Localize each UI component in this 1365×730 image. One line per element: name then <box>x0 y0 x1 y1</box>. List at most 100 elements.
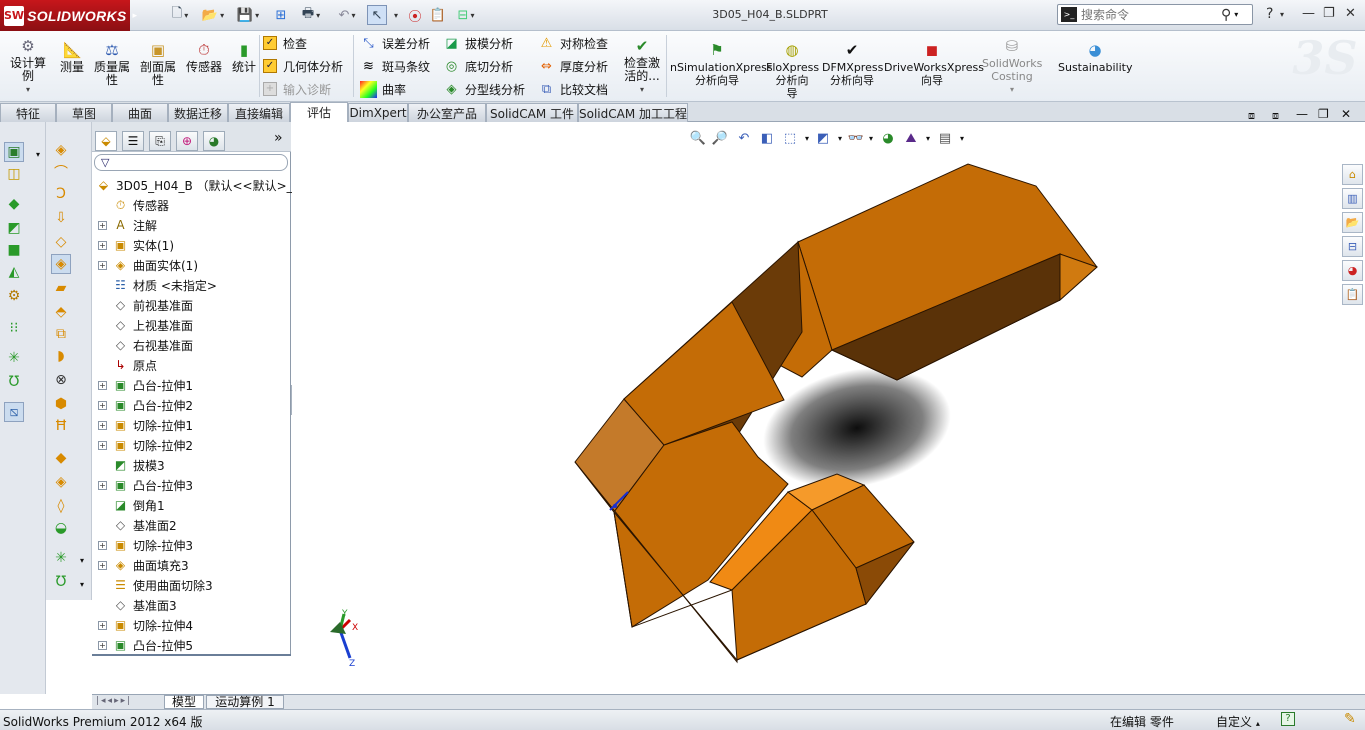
expand-icon[interactable]: + <box>98 240 107 250</box>
delete-face-icon[interactable]: ⊗ <box>51 370 71 390</box>
edit-appearance-icon[interactable]: ◕ <box>878 128 898 148</box>
split-vertical-icon[interactable]: ⧈ <box>1272 109 1279 123</box>
weldments-icon[interactable]: ⚙ <box>4 286 24 306</box>
zoom-to-fit-icon[interactable]: 🔍 <box>688 128 708 148</box>
sheet-metal-icon[interactable]: ◩ <box>4 218 24 238</box>
floxpress-button[interactable]: ◍ FloXpress 分析向 导 <box>766 41 819 100</box>
revolve-icon[interactable]: ⌒ <box>51 162 71 182</box>
restore-document-button[interactable]: ❐ <box>1318 107 1329 121</box>
section-view-icon[interactable]: ◧ <box>757 128 777 148</box>
expand-icon[interactable]: + <box>98 480 107 490</box>
tree-node[interactable]: + ▣ 凸台-拉伸5 <box>92 635 193 655</box>
reference-point-icon[interactable]: ✳ <box>51 548 71 568</box>
costing-button[interactable]: ⛁ SolidWorks Costing ▾ <box>982 37 1042 96</box>
mold-tools-icon[interactable]: ◭ <box>4 262 24 282</box>
extend-surface-icon[interactable]: ◗ <box>51 346 71 366</box>
tree-node[interactable]: + ◈ 曲面填充3 <box>92 555 189 575</box>
symmetry-check-button[interactable]: ⚠ 对称检查 <box>538 33 608 53</box>
tree-node[interactable]: + ▣ 切除-拉伸2 <box>92 435 193 455</box>
tab-7[interactable]: 办公室产品 <box>408 103 486 122</box>
tree-node[interactable]: ◇ 上视基准面 <box>92 315 193 335</box>
thicken-icon[interactable]: ◆ <box>51 448 71 468</box>
statistics-button[interactable]: ▮ 统计 <box>229 41 259 74</box>
deviation-analysis-button[interactable]: ⤡ 误差分析 <box>360 33 430 53</box>
section-properties-button[interactable]: ▣ 剖面属 性 <box>137 41 179 87</box>
tree-filter[interactable]: ▽ <box>94 154 288 171</box>
design-library-icon[interactable]: ▥ <box>1342 188 1363 209</box>
search-input[interactable] <box>1081 7 1221 22</box>
minimize-document-button[interactable]: — <box>1296 107 1308 121</box>
undercut-analysis-button[interactable]: ◎ 底切分析 <box>443 56 513 76</box>
part-icon[interactable]: ■ <box>4 240 24 260</box>
displaymanager-tab-icon[interactable]: ◕ <box>203 131 225 151</box>
knit-surface-icon[interactable]: Ħ <box>51 416 71 436</box>
expand-icon[interactable]: + <box>98 640 107 650</box>
tree-root-part[interactable]: ⬙ 3D05_H04_B （默认<<默认>_显 <box>92 175 305 195</box>
print-button[interactable]: 🖶 ▾ <box>296 5 326 25</box>
rebuild-status-icon[interactable]: ✎ <box>1344 711 1356 727</box>
planar-surface-icon[interactable]: ▰ <box>51 278 71 298</box>
tab-0[interactable]: 特征 <box>0 103 56 122</box>
trim-surface-icon[interactable]: ◒ <box>51 518 71 538</box>
check-active-document-button[interactable]: ✔ 检查激 活的... ▾ <box>620 37 664 96</box>
expand-icon[interactable]: + <box>98 220 107 230</box>
graphics-area[interactable]: X Y Z <box>292 122 1365 694</box>
expand-icon[interactable]: + <box>98 420 107 430</box>
expand-panel-icon[interactable]: » <box>274 130 283 146</box>
tab-1[interactable]: 草图 <box>56 103 112 122</box>
tree-node[interactable]: ◇ 基准面3 <box>92 595 177 615</box>
search-box[interactable]: >_ ⚲ ▾ <box>1057 4 1253 25</box>
tree-node[interactable]: + ▣ 凸台-拉伸1 <box>92 375 193 395</box>
tree-node[interactable]: ☰ 使用曲面切除3 <box>92 575 213 595</box>
untrim-icon[interactable]: ◊ <box>51 496 71 516</box>
chevron-down-icon[interactable]: ▾ <box>952 128 972 148</box>
import-diagnostics-button[interactable]: + 输入诊断 <box>263 79 331 99</box>
close-document-button[interactable]: ✕ <box>1341 107 1351 121</box>
replace-face-icon[interactable]: ⬢ <box>51 394 71 414</box>
chevron-down-icon[interactable]: ▾ <box>72 574 92 594</box>
propertymanager-tab-icon[interactable]: ☰ <box>122 131 144 151</box>
chevron-down-icon[interactable]: ▾ <box>72 550 92 570</box>
reference-geometry-icon[interactable]: ✳ <box>4 348 24 368</box>
tab-8[interactable]: SolidCAM 工件 <box>486 103 578 122</box>
pattern-icon[interactable]: ⁝⁝ <box>4 318 24 338</box>
configurationmanager-tab-icon[interactable]: ⎘ <box>149 131 171 151</box>
sweep-icon[interactable]: Ↄ <box>51 184 71 204</box>
tree-node[interactable]: ☷ 材质 <未指定> <box>92 275 217 295</box>
tree-node[interactable]: + ▣ 切除-拉伸3 <box>92 535 193 555</box>
sustainability-button[interactable]: ◕ Sustainability <box>1058 41 1132 74</box>
tab-model[interactable]: 模型 <box>164 695 204 709</box>
tab-6[interactable]: DimXpert <box>348 103 408 122</box>
tree-node[interactable]: ↳ 原点 <box>92 355 157 375</box>
curvature-button[interactable]: 曲率 <box>360 79 406 99</box>
sketch-icon[interactable]: ◫ <box>4 164 24 184</box>
zoom-to-area-icon[interactable]: 🔎 <box>710 128 730 148</box>
restore-window-button[interactable]: ❐ <box>1323 6 1335 21</box>
tree-node[interactable]: ⏱ 传感器 <box>92 195 169 215</box>
geometry-analysis-button[interactable]: ✓ 几何体分析 <box>263 56 343 76</box>
select-dropdown[interactable]: ▾ <box>389 5 401 25</box>
open-button[interactable]: 📂 ▾ <box>198 5 228 25</box>
tab-4[interactable]: 直接编辑 <box>228 103 290 122</box>
tab-2[interactable]: 曲面 <box>112 103 168 122</box>
close-window-button[interactable]: ✕ <box>1345 6 1356 21</box>
units-selector[interactable]: 自定义 ▴ <box>1216 713 1260 730</box>
extruded-boss-icon[interactable]: ▣ <box>4 142 24 162</box>
split-horizontal-icon[interactable]: ⧈ <box>1248 109 1255 123</box>
tree-node[interactable]: + ▣ 实体(1) <box>92 235 174 255</box>
help-status-icon[interactable]: ? <box>1281 712 1295 726</box>
simulationxpress-button[interactable]: ⚑ nSimulationXpress 分析向导 <box>670 41 773 87</box>
tree-node[interactable]: + ▣ 凸台-拉伸3 <box>92 475 193 495</box>
tree-node[interactable]: ◪ 倒角1 <box>92 495 165 515</box>
extrude-feature-icon[interactable]: ◈ <box>51 140 71 160</box>
mass-properties-button[interactable]: ⚖ 质量属 性 <box>92 41 132 87</box>
featuremanager-tab-icon[interactable]: ⬙ <box>95 131 117 151</box>
expand-icon[interactable]: + <box>98 560 107 570</box>
dfmxpress-button[interactable]: ✔ DFMXpress 分析向导 <box>822 41 883 87</box>
tree-node[interactable]: + A 注解 <box>92 215 157 235</box>
custom-properties-icon[interactable]: 📋 <box>1342 284 1363 305</box>
expand-icon[interactable]: + <box>98 440 107 450</box>
tab-motion-study[interactable]: 运动算例 1 <box>206 695 284 709</box>
tree-node[interactable]: + ▣ 切除-拉伸4 <box>92 615 193 635</box>
curves-icon[interactable]: Ʊ <box>4 372 24 392</box>
